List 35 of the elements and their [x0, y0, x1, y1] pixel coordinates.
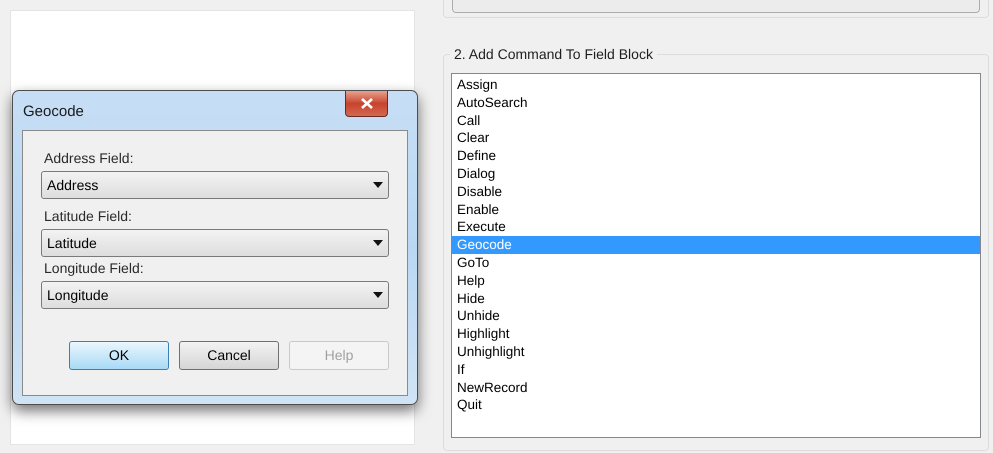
dialog-title: Geocode — [23, 102, 84, 122]
list-item[interactable]: Hide — [452, 290, 980, 308]
dropdown-value: Latitude — [47, 234, 97, 252]
list-item[interactable]: Dialog — [452, 164, 980, 183]
caret-icon — [373, 182, 383, 188]
dropdown-value: Longitude — [47, 286, 109, 305]
list-item[interactable]: Unhide — [452, 307, 980, 326]
dropdown-value: Address — [47, 176, 98, 194]
list-item[interactable]: If — [452, 360, 980, 379]
field-label: Address Field: — [44, 149, 134, 167]
close-icon — [360, 98, 372, 109]
list-item[interactable]: Execute — [452, 218, 980, 236]
list-item[interactable]: Define — [452, 147, 980, 165]
dropdown[interactable]: Address — [41, 171, 389, 199]
dropdown[interactable]: Longitude — [41, 281, 389, 309]
caret-icon — [373, 292, 383, 298]
list-item[interactable]: AutoSearch — [452, 94, 980, 112]
list-item[interactable]: Highlight — [452, 325, 980, 343]
dialog-button[interactable]: Cancel — [179, 341, 279, 370]
list-item[interactable]: Assign — [452, 76, 980, 94]
list-item[interactable]: GoTo — [452, 254, 980, 272]
caret-icon — [373, 240, 383, 246]
list-item[interactable]: Clear — [452, 129, 980, 148]
list-item[interactable]: NewRecord — [452, 378, 980, 396]
list-item[interactable]: Disable — [452, 182, 980, 201]
dropdown[interactable]: Latitude — [41, 229, 389, 257]
list-item[interactable]: Quit — [452, 396, 980, 414]
list-item[interactable]: Help — [452, 272, 980, 290]
field-label: Latitude Field: — [44, 207, 133, 225]
list-item[interactable]: Enable — [452, 200, 980, 218]
field-label: Longitude Field: — [44, 259, 145, 277]
dialog-button[interactable]: OK — [69, 341, 169, 370]
list-item[interactable]: Unhighlight — [452, 342, 980, 361]
list-item[interactable]: Call — [452, 112, 980, 130]
close-button[interactable] — [345, 91, 388, 117]
